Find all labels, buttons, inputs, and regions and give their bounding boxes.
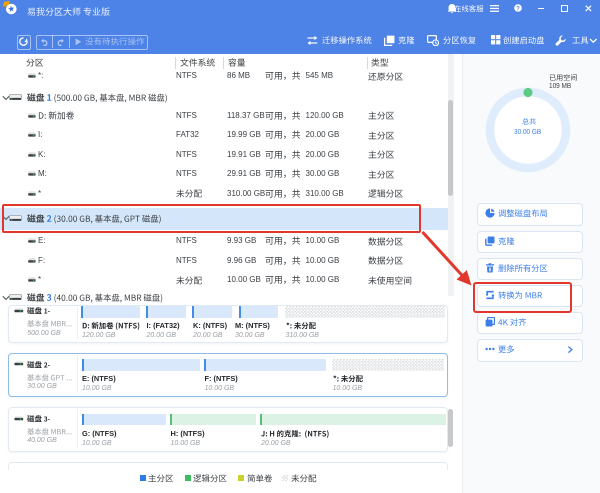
svg-text:?: ? [516, 7, 520, 13]
